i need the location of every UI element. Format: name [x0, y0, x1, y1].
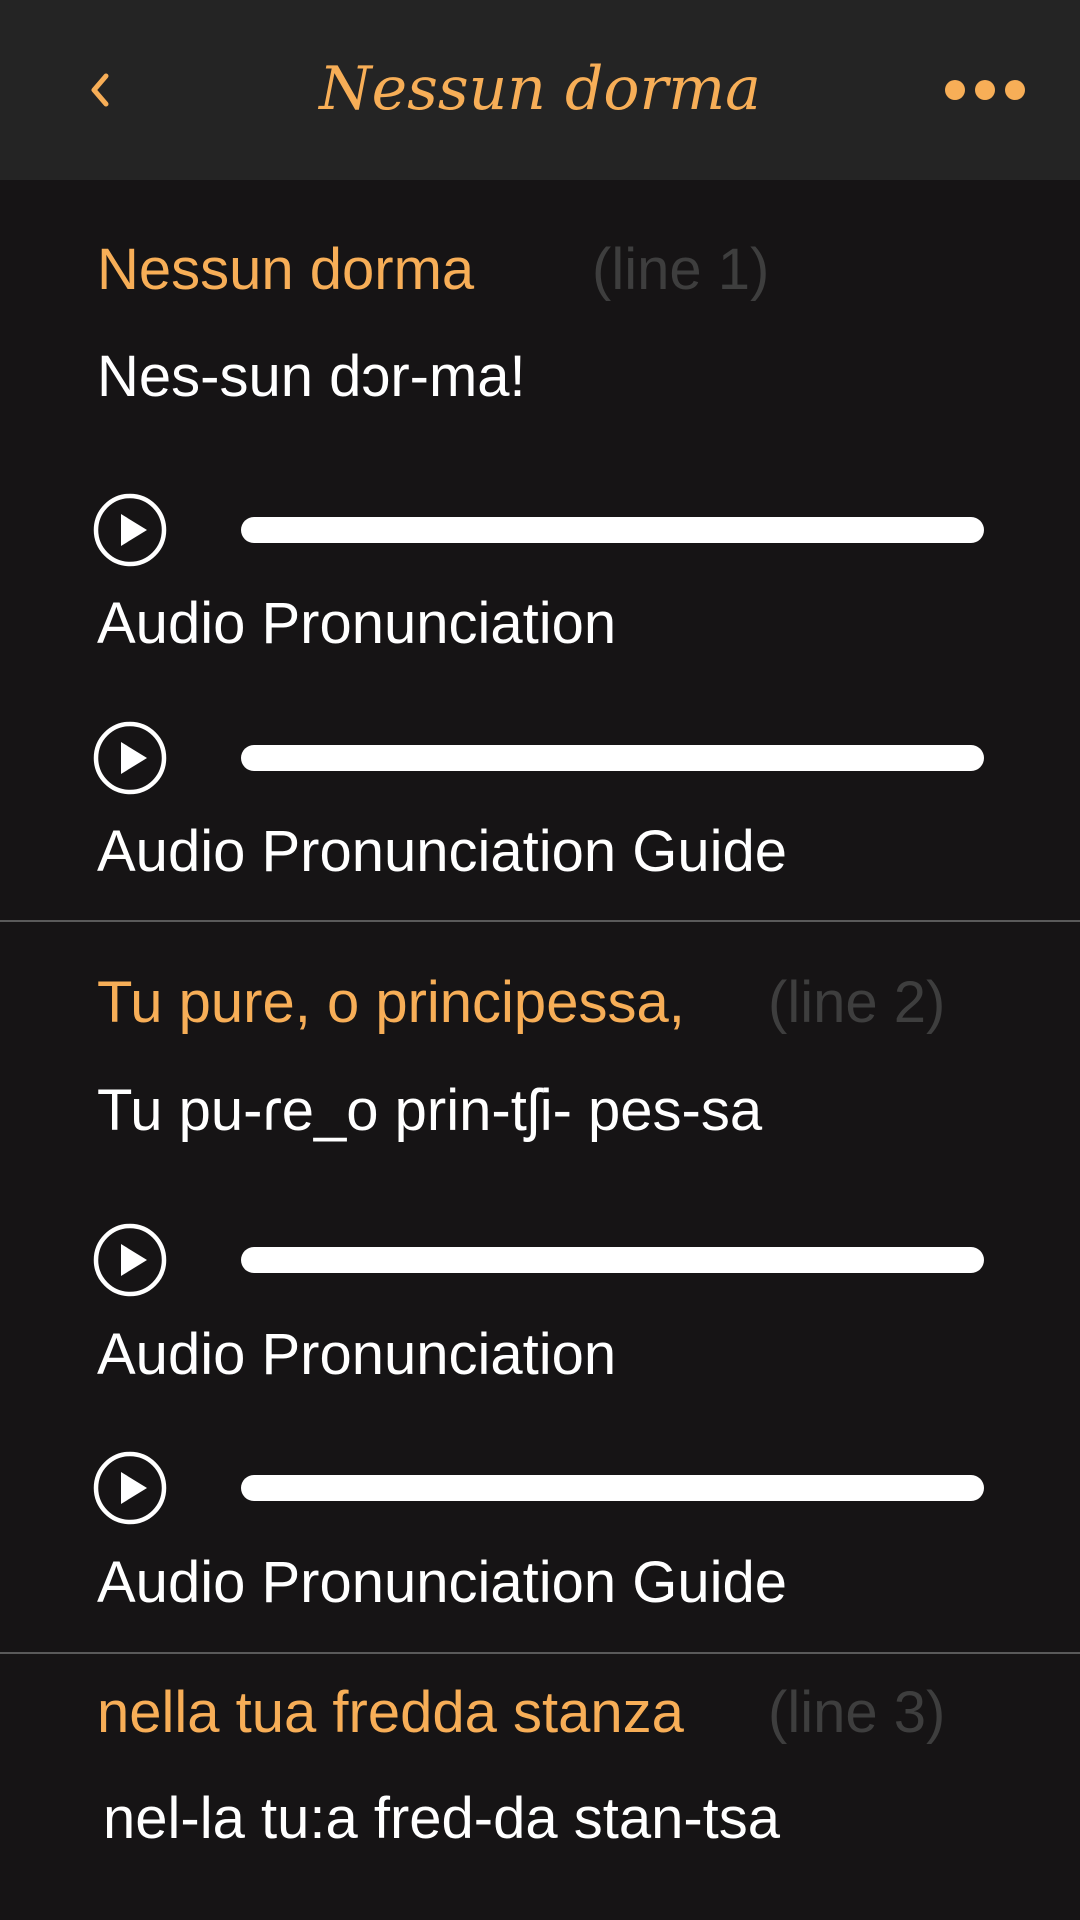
lyric-title: Nessun dorma — [97, 237, 475, 302]
pronunciation-guide-label: Audio Pronunciation Guide — [97, 1550, 788, 1615]
play-audio-pronunciation-button[interactable] — [92, 492, 168, 568]
play-pronunciation-guide-button[interactable] — [92, 1450, 168, 1526]
lyric-section-line-3: nella tua fredda stanza (line 3) nel-la … — [0, 1654, 1080, 1920]
audio-pronunciation-progress-bar[interactable] — [241, 517, 984, 543]
pronunciation-guide-label: Audio Pronunciation Guide — [97, 819, 788, 884]
more-button[interactable] — [940, 70, 1030, 110]
audio-pronunciation-label: Audio Pronunciation — [97, 1322, 617, 1387]
phonetic-transcription: nel-la tu:a fred-da stan-tsa — [103, 1786, 781, 1851]
line-number-label: (line 2) — [768, 970, 946, 1035]
lyric-title: nella tua fredda stanza — [97, 1680, 684, 1745]
line-number-label: (line 3) — [768, 1680, 946, 1745]
more-horizontal-icon — [945, 80, 1025, 100]
play-icon — [93, 1223, 167, 1297]
lyric-section-line-1: Nessun dorma (line 1) Nes-sun dɔr-ma! Au… — [0, 180, 1080, 920]
pronunciation-guide-progress-bar[interactable] — [241, 1475, 984, 1501]
play-icon — [93, 1451, 167, 1525]
play-icon — [93, 721, 167, 795]
phonetic-transcription: Nes-sun dɔr-ma! — [97, 344, 526, 409]
page-title: Nessun dorma — [319, 54, 761, 124]
audio-pronunciation-progress-bar[interactable] — [241, 1247, 984, 1273]
line-number-label: (line 1) — [592, 237, 770, 302]
phonetic-transcription: Tu pu-ɾe_o prin-tʃi- pes-sa — [97, 1078, 763, 1143]
lyric-title: Tu pure, o principessa, — [97, 970, 685, 1035]
play-audio-pronunciation-button[interactable] — [92, 1222, 168, 1298]
pronunciation-guide-progress-bar[interactable] — [241, 745, 984, 771]
play-pronunciation-guide-button[interactable] — [92, 720, 168, 796]
app-screen: Nessun dorma Nessun dorma (line 1) Nes-s… — [0, 0, 1080, 1920]
play-icon — [93, 493, 167, 567]
lyric-section-line-2: Tu pure, o principessa, (line 2) Tu pu-ɾ… — [0, 922, 1080, 1652]
audio-pronunciation-label: Audio Pronunciation — [97, 591, 617, 656]
top-bar: Nessun dorma — [0, 0, 1080, 180]
